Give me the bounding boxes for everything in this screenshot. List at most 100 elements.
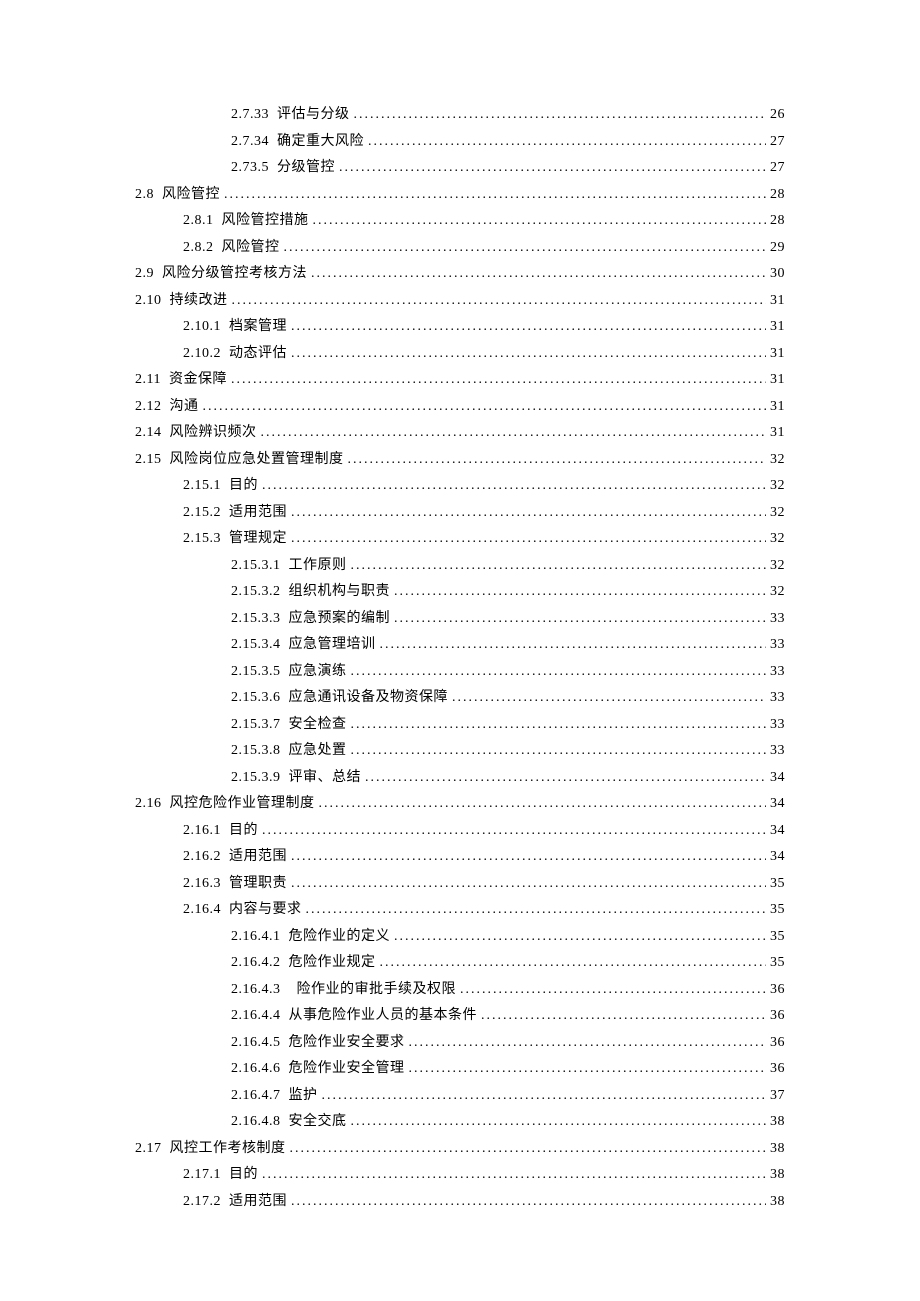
toc-entry-number: 2.15.1 (183, 479, 221, 493)
toc-leader (231, 373, 766, 387)
toc-leader (368, 135, 766, 149)
toc-entry-title: 风险辨识频次 (170, 426, 257, 440)
toc-entry-title: 风控工作考核制度 (170, 1142, 286, 1156)
toc-entry-number: 2.16.2 (183, 850, 221, 864)
toc-entry-number: 2.16.4.8 (231, 1115, 281, 1129)
toc-leader (351, 559, 767, 573)
toc-entry: 2.15.3.7 安全检查33 (135, 718, 785, 732)
toc-entry: 2.8 风险管控28 (135, 188, 785, 202)
toc-leader (380, 956, 767, 970)
toc-entry-title: 风险管控 (162, 188, 220, 202)
toc-entry: 2.16.1 目的34 (135, 824, 785, 838)
toc-entry-title: 管理规定 (229, 532, 287, 546)
toc-entry-title: 安全交底 (289, 1115, 347, 1129)
toc-entry-page: 38 (770, 1142, 785, 1156)
toc-entry: 2.16.4.2 危险作业规定35 (135, 956, 785, 970)
toc-entry-page: 33 (770, 612, 785, 626)
toc-entry-title: 组织机构与职责 (289, 585, 391, 599)
toc-entry-page: 38 (770, 1115, 785, 1129)
toc-leader (262, 1168, 766, 1182)
toc-leader (311, 267, 766, 281)
toc-entry-page: 33 (770, 665, 785, 679)
toc-entry-page: 27 (770, 135, 785, 149)
toc-entry-number: 2.16.3 (183, 877, 221, 891)
toc-entry-page: 31 (770, 347, 785, 361)
toc-entry-title: 工作原则 (289, 559, 347, 573)
toc-entry-title: 应急预案的编制 (289, 612, 391, 626)
toc-leader (291, 1195, 766, 1209)
toc-entry-page: 34 (770, 771, 785, 785)
toc-entry-title: 适用范围 (229, 506, 287, 520)
toc-entry: 2.15.3.2 组织机构与职责32 (135, 585, 785, 599)
toc-entry-title: 应急处置 (289, 744, 347, 758)
toc-leader (348, 453, 767, 467)
toc-leader (394, 612, 766, 626)
toc-leader (394, 930, 766, 944)
toc-leader (313, 214, 767, 228)
toc-entry-page: 33 (770, 744, 785, 758)
toc-entry-title: 适用范围 (229, 1195, 287, 1209)
toc-entry-number: 2.16.4.3 (231, 983, 281, 997)
toc-leader (351, 1115, 767, 1129)
toc-entry-title: 分级管控 (277, 161, 335, 175)
toc-entry-page: 32 (770, 559, 785, 573)
toc-entry-number: 2.12 (135, 400, 162, 414)
toc-leader (351, 665, 767, 679)
toc-entry-number: 2.15.3.5 (231, 665, 281, 679)
toc-entry-number: 2.15.3.3 (231, 612, 281, 626)
toc-entry-number: 2.7.34 (231, 135, 269, 149)
toc-leader (306, 903, 767, 917)
toc-entry: 2.17.2 适用范围38 (135, 1195, 785, 1209)
toc-leader (339, 161, 766, 175)
toc-entry-page: 32 (770, 453, 785, 467)
toc-entry-page: 31 (770, 294, 785, 308)
toc-entry-title: 内容与要求 (229, 903, 302, 917)
toc-leader (291, 877, 766, 891)
toc-entry-page: 35 (770, 956, 785, 970)
toc-entry: 2.16.2 适用范围34 (135, 850, 785, 864)
toc-entry-title: 风险岗位应急处置管理制度 (170, 453, 344, 467)
toc-entry: 2.16.4 内容与要求35 (135, 903, 785, 917)
toc-leader (481, 1009, 766, 1023)
toc-entry-page: 35 (770, 877, 785, 891)
toc-entry-page: 35 (770, 903, 785, 917)
toc-entry-number: 2.8.2 (183, 241, 214, 255)
toc-entry: 2.16.4.6 危险作业安全管理36 (135, 1062, 785, 1076)
toc-entry-title: 安全检查 (289, 718, 347, 732)
toc-entry-page: 33 (770, 718, 785, 732)
toc-entry-page: 31 (770, 426, 785, 440)
toc-entry: 2.15.3.3 应急预案的编制 33 (135, 612, 785, 626)
toc-entry: 2.73.5 分级管控27 (135, 161, 785, 175)
toc-entry-title: 风险管控 (222, 241, 280, 255)
toc-entry-number: 2.10.1 (183, 320, 221, 334)
toc-entry: 2.16.4.3 险作业的审批手续及权限36 (135, 983, 785, 997)
toc-leader (291, 850, 766, 864)
toc-entry-number: 2.8.1 (183, 214, 214, 228)
toc-leader (290, 1142, 767, 1156)
toc-entry-number: 2.17.2 (183, 1195, 221, 1209)
toc-entry-page: 33 (770, 691, 785, 705)
toc-entry-title: 动态评估 (229, 347, 287, 361)
toc-entry-page: 33 (770, 638, 785, 652)
toc-entry-number: 2.16.4.2 (231, 956, 281, 970)
toc-entry-number: 2.16.4.4 (231, 1009, 281, 1023)
toc-entry-title: 档案管理 (229, 320, 287, 334)
toc-entry-number: 2.16.4.7 (231, 1089, 281, 1103)
toc-entry-number: 2.15.3.1 (231, 559, 281, 573)
toc-entry-title: 危险作业的定义 (289, 930, 391, 944)
toc-entry: 2.7.34 确定重大风险27 (135, 135, 785, 149)
toc-entry-page: 36 (770, 1009, 785, 1023)
toc-entry: 2.17 风控工作考核制度38 (135, 1142, 785, 1156)
toc-entry-number: 2.15.3.4 (231, 638, 281, 652)
toc-entry-title: 应急演练 (289, 665, 347, 679)
toc-leader (394, 585, 766, 599)
toc-entry-number: 2.15.3.8 (231, 744, 281, 758)
toc-entry: 2.15.3.5 应急演练 33 (135, 665, 785, 679)
toc-entry-title: 危险作业安全要求 (289, 1036, 405, 1050)
toc-entry: 2.15.2 适用范围32 (135, 506, 785, 520)
toc-entry-number: 2.15.3 (183, 532, 221, 546)
toc-entry-number: 2.16 (135, 797, 162, 811)
toc-entry-page: 35 (770, 930, 785, 944)
toc-entry-title: 风险分级管控考核方法 (162, 267, 307, 281)
toc-entry-page: 34 (770, 797, 785, 811)
